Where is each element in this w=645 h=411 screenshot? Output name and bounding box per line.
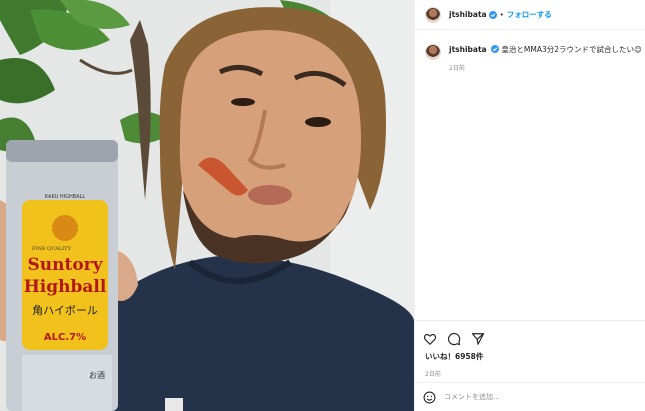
post-header: jtshibata • フォローする bbox=[415, 0, 645, 30]
can-abv: ALC.7% bbox=[44, 332, 86, 343]
comment-icon[interactable] bbox=[447, 332, 461, 346]
verified-icon bbox=[488, 10, 497, 19]
can-brand-small: KAKU HIGHBALL bbox=[45, 194, 86, 200]
separator-dot: • bbox=[499, 10, 504, 19]
caption-text: 皇治とMMA3分2ラウンドで試合したい😊 bbox=[501, 45, 642, 54]
comment-input[interactable] bbox=[444, 393, 624, 401]
caption-line: jtshibata 皇治とMMA3分2ラウンドで試合したい😊 bbox=[449, 44, 642, 55]
post-actions: いいね！6958件 2日前 bbox=[415, 320, 645, 378]
caption-avatar[interactable] bbox=[425, 44, 441, 60]
likes-count[interactable]: いいね！6958件 bbox=[415, 351, 645, 362]
post-image[interactable]: KAKU HIGHBALL FINE QUALITY Suntory Highb… bbox=[0, 0, 414, 411]
comment-bar bbox=[415, 382, 645, 411]
share-icon[interactable] bbox=[471, 332, 485, 346]
can-brand-line2: Highball bbox=[24, 277, 107, 297]
can-quality: FINE QUALITY bbox=[32, 246, 71, 252]
verified-icon bbox=[491, 45, 499, 53]
can-kanji: 角ハイボール bbox=[32, 304, 98, 317]
heart-icon[interactable] bbox=[423, 332, 437, 346]
caption-username[interactable]: jtshibata bbox=[449, 45, 487, 54]
caption: jtshibata 皇治とMMA3分2ラウンドで試合したい😊 2日前 bbox=[425, 44, 642, 72]
post-photo: KAKU HIGHBALL FINE QUALITY Suntory Highb… bbox=[0, 0, 414, 411]
post-date: 2日前 bbox=[425, 371, 441, 378]
caption-date: 2日前 bbox=[449, 65, 465, 72]
emoji-icon[interactable] bbox=[423, 391, 436, 404]
avatar[interactable] bbox=[425, 6, 441, 23]
can-brand-line1: Suntory bbox=[27, 255, 103, 275]
follow-button[interactable]: フォローする bbox=[507, 9, 552, 20]
username[interactable]: jtshibata bbox=[449, 10, 487, 19]
highball-can: KAKU HIGHBALL FINE QUALITY Suntory Highb… bbox=[6, 140, 118, 411]
can-side-text: お酒 bbox=[89, 371, 105, 380]
post-sidebar: jtshibata • フォローする jtshibata 皇治とMMA3分2ラウ… bbox=[414, 0, 645, 411]
